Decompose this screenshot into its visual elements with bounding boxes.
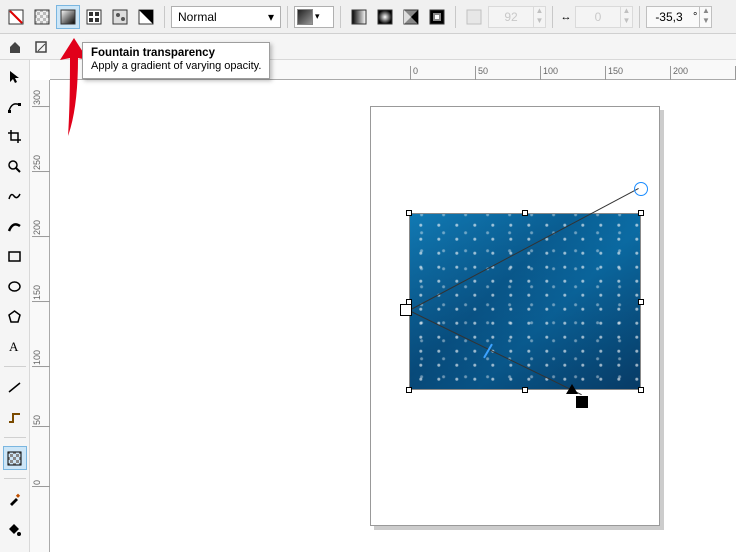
dimension-tool[interactable]	[3, 375, 27, 399]
ruler-tick: 0	[410, 66, 418, 80]
selected-bitmap[interactable]	[410, 214, 640, 389]
doc-options-button[interactable]	[30, 37, 52, 57]
rotation-angle-input[interactable]: ° ▲▼	[646, 6, 712, 28]
separator	[164, 6, 165, 28]
selection-handle[interactable]	[406, 210, 412, 216]
eyedropper-tool[interactable]	[3, 487, 27, 511]
tooltip-title: Fountain transparency	[91, 47, 261, 59]
merge-mode-dropdown[interactable]: Normal ▾	[171, 6, 281, 28]
node-position-value[interactable]	[576, 8, 620, 26]
rectangle-tool[interactable]	[3, 244, 27, 268]
transparency-tool[interactable]	[3, 446, 27, 470]
stepper-down-icon[interactable]: ▼	[699, 17, 711, 27]
edit-fountain-button[interactable]	[462, 5, 486, 29]
stepper-down-icon[interactable]: ▼	[533, 17, 545, 27]
separator	[4, 478, 26, 479]
separator	[4, 366, 26, 367]
no-transparency-button[interactable]	[4, 5, 28, 29]
zoom-tool[interactable]	[3, 154, 27, 178]
toolbox: A	[0, 60, 30, 552]
text-tool[interactable]: A	[3, 334, 27, 358]
linear-fountain-button[interactable]	[347, 5, 371, 29]
separator	[639, 6, 640, 28]
separator	[552, 6, 553, 28]
ruler-tick: 100	[540, 66, 558, 80]
separator	[4, 437, 26, 438]
transparency-picker[interactable]: ▾	[294, 6, 334, 28]
drawing-canvas[interactable]	[50, 80, 736, 552]
uniform-transparency-button[interactable]	[30, 5, 54, 29]
selection-handle[interactable]	[406, 387, 412, 393]
interactive-fill-tool[interactable]	[3, 517, 27, 541]
tooltip: Fountain transparency Apply a gradient o…	[82, 42, 270, 79]
stepper-up-icon[interactable]: ▲	[699, 7, 711, 17]
stepper-up-icon[interactable]: ▲	[620, 7, 632, 17]
ruler-tick: 100	[32, 350, 50, 367]
rectangular-fountain-button[interactable]	[425, 5, 449, 29]
ruler-tick: 300	[32, 90, 50, 107]
gradient-swatch-icon	[297, 9, 313, 25]
ruler-tick: 150	[32, 285, 50, 302]
node-transparency-input[interactable]: ▲▼	[488, 6, 546, 28]
node-transparency-value[interactable]	[489, 8, 533, 26]
transparency-free-rotate-handle[interactable]	[634, 182, 648, 196]
freehand-tool[interactable]	[3, 184, 27, 208]
selection-handle[interactable]	[638, 387, 644, 393]
ruler-tick: 50	[32, 415, 50, 427]
home-button[interactable]	[4, 37, 26, 57]
transparency-end-handle[interactable]	[576, 396, 588, 408]
fountain-transparency-button[interactable]	[56, 5, 80, 29]
selection-handle[interactable]	[638, 299, 644, 305]
ellipse-tool[interactable]	[3, 274, 27, 298]
merge-mode-value: Normal	[178, 10, 217, 24]
separator	[287, 6, 288, 28]
ruler-tick: 250	[32, 155, 50, 172]
two-color-pattern-transparency-button[interactable]	[134, 5, 158, 29]
ruler-tick: 200	[32, 220, 50, 237]
transparency-property-bar: Normal ▾ ▾ ▲▼ ↔ ▲▼ ° ▲▼	[0, 0, 736, 34]
conical-fountain-button[interactable]	[399, 5, 423, 29]
ruler-tick: 200	[670, 66, 688, 80]
stepper-up-icon[interactable]: ▲	[533, 7, 545, 17]
polygon-tool[interactable]	[3, 304, 27, 328]
rotation-angle-value[interactable]	[647, 8, 691, 26]
bitmap-pattern-transparency-button[interactable]	[108, 5, 132, 29]
vertical-ruler[interactable]: 300 250 200 150 100 50 0	[30, 80, 50, 552]
separator	[340, 6, 341, 28]
selection-handle[interactable]	[522, 387, 528, 393]
elliptical-fountain-button[interactable]	[373, 5, 397, 29]
selection-handle[interactable]	[638, 210, 644, 216]
chevron-down-icon: ▾	[315, 11, 320, 22]
chevron-down-icon: ▾	[268, 10, 274, 24]
tooltip-description: Apply a gradient of varying opacity.	[91, 60, 261, 72]
ruler-tick: 150	[605, 66, 623, 80]
node-position-input[interactable]: ▲▼	[575, 6, 633, 28]
crop-tool[interactable]	[3, 124, 27, 148]
separator	[455, 6, 456, 28]
workspace: 0 50 100 150 200 250 300 250 200 150 100…	[30, 60, 736, 552]
ruler-tick: 0	[32, 480, 50, 487]
transparency-direction-arrow[interactable]	[566, 384, 578, 394]
node-position-icon: ↔	[559, 11, 573, 23]
artistic-media-tool[interactable]	[3, 214, 27, 238]
pick-tool[interactable]	[3, 64, 27, 88]
transparency-start-handle[interactable]	[400, 304, 412, 316]
svg-text:A: A	[9, 339, 19, 354]
ruler-tick: 50	[475, 66, 488, 80]
selection-handle[interactable]	[522, 210, 528, 216]
shape-tool[interactable]	[3, 94, 27, 118]
degree-symbol: °	[691, 11, 699, 23]
stepper-down-icon[interactable]: ▼	[620, 17, 632, 27]
connector-tool[interactable]	[3, 405, 27, 429]
vector-pattern-transparency-button[interactable]	[82, 5, 106, 29]
